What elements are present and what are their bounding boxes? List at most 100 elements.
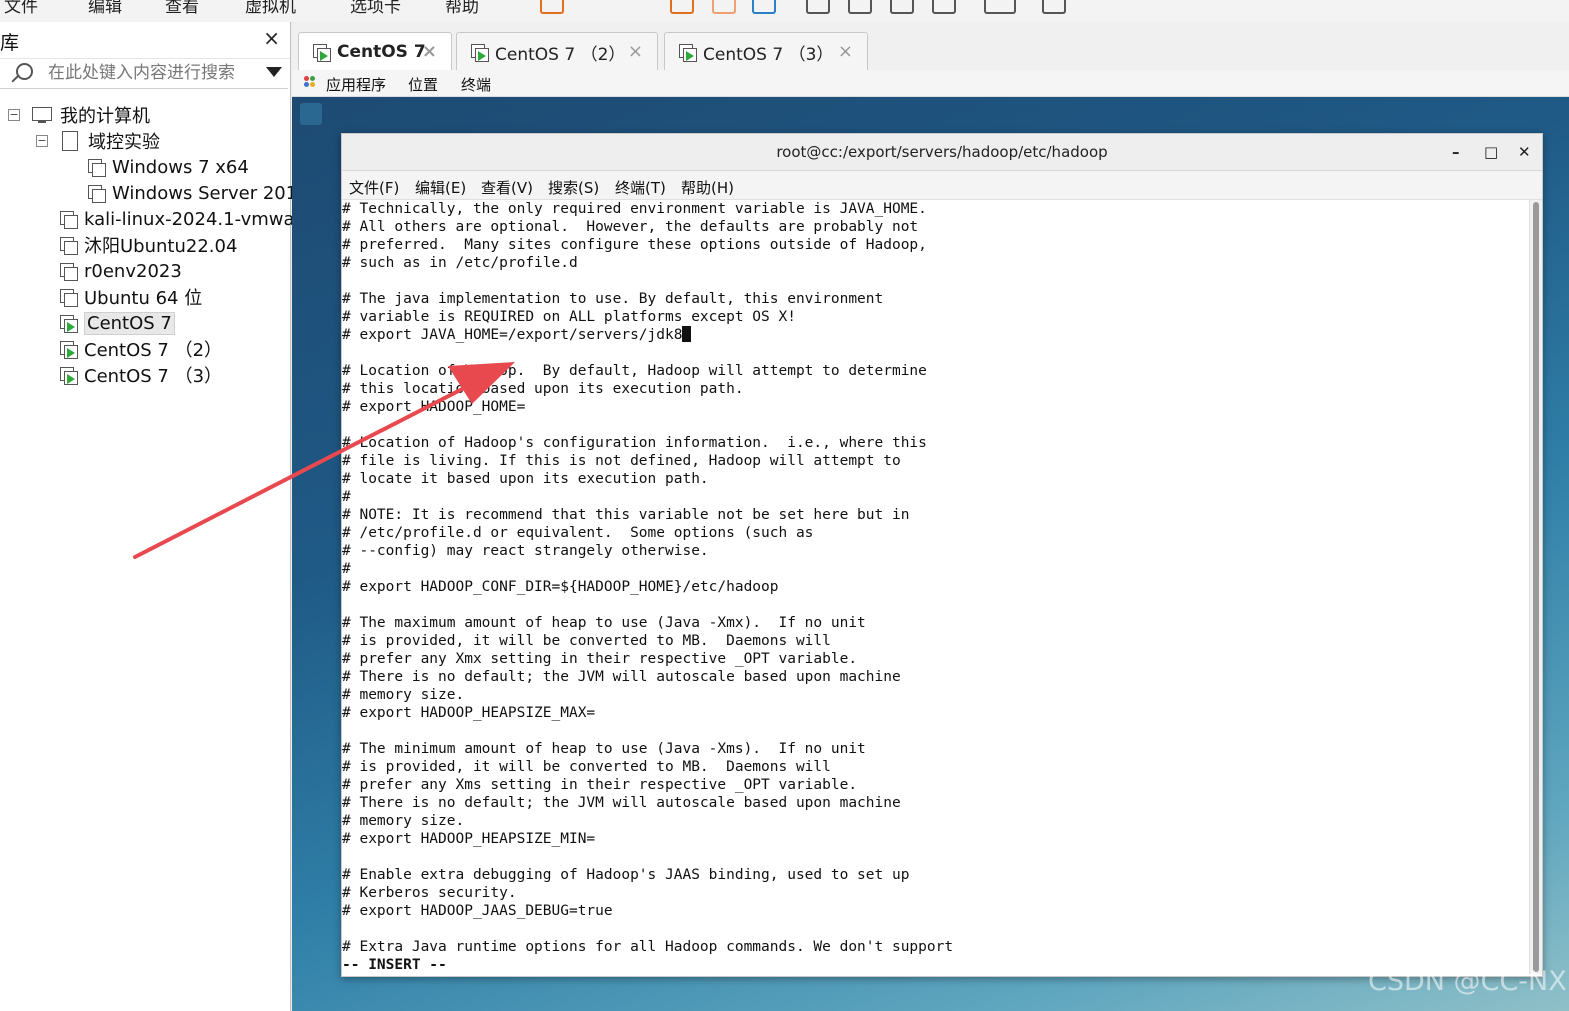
- library-search-input[interactable]: [46, 60, 260, 86]
- revert-icon[interactable]: [712, 0, 736, 14]
- terminal-content: # Technically, the only required environ…: [342, 200, 1530, 956]
- library-search: [0, 58, 288, 89]
- terminal-menu-help[interactable]: 帮助(H): [681, 177, 734, 198]
- tree-label: kali-linux-2024.1-vmwa: [84, 208, 295, 230]
- running-vm-icon: [679, 44, 697, 62]
- host-menu-bar: 文件 编辑 查看 虚拟机 选项卡 帮助: [0, 0, 1569, 23]
- folder-icon: [62, 131, 78, 151]
- desktop-tile: [300, 103, 322, 125]
- terminal-menu-file[interactable]: 文件(F): [349, 177, 399, 198]
- tree-label: 域控实验: [88, 132, 160, 153]
- terminal-title: root@cc:/export/servers/hadoop/etc/hadoo…: [776, 143, 1108, 161]
- vm-icon: [88, 185, 106, 203]
- menu-tabs[interactable]: 选项卡: [350, 0, 401, 17]
- tree-item-vm[interactable]: Windows Server 201: [88, 180, 297, 206]
- manage-snapshot-icon[interactable]: [752, 0, 776, 14]
- library-close-icon[interactable]: ×: [263, 26, 280, 50]
- tree-item-vm[interactable]: r0env2023: [60, 258, 182, 284]
- menu-view[interactable]: 查看: [165, 0, 199, 17]
- tree-item-vm[interactable]: Ubuntu 64 位: [60, 284, 202, 310]
- thumbnail-view-icon[interactable]: [848, 0, 872, 14]
- fit-guest-icon[interactable]: [932, 0, 956, 14]
- terminal-menu-edit[interactable]: 编辑(E): [415, 177, 466, 198]
- tree-item-vm-running[interactable]: CentOS 7 （3）: [60, 362, 222, 388]
- tab-centos-7-3[interactable]: CentOS 7 （3） ×: [664, 32, 868, 71]
- guest-top-panel: 应用程序 位置 终端: [292, 70, 1569, 97]
- vim-mode-status: -- INSERT --: [342, 957, 447, 973]
- guest-menu-places[interactable]: 位置: [408, 74, 438, 95]
- fullscreen-icon[interactable]: [984, 0, 1016, 14]
- applications-icon: [304, 76, 316, 88]
- snapshot-icon[interactable]: [670, 0, 694, 14]
- terminal-text-area[interactable]: # Technically, the only required environ…: [342, 200, 1530, 974]
- file-text-after-cursor: # Location of Hadoop. By default, Hadoop…: [342, 363, 954, 955]
- library-title: 库: [0, 32, 20, 54]
- minimize-icon[interactable]: –: [1452, 134, 1460, 170]
- tree-item-vm[interactable]: kali-linux-2024.1-vmwa: [60, 206, 295, 232]
- library-header: 库 ×: [0, 22, 290, 59]
- tree-item-my-computer[interactable]: − 我的计算机: [8, 102, 150, 128]
- tree-label: Ubuntu 64 位: [84, 288, 203, 309]
- dropdown-icon[interactable]: [622, 0, 642, 12]
- running-vm-icon: [60, 341, 78, 359]
- collapse-icon[interactable]: −: [36, 135, 48, 147]
- console-view-icon[interactable]: [890, 0, 914, 14]
- menu-edit[interactable]: 编辑: [88, 0, 122, 17]
- computer-icon: [32, 107, 52, 123]
- vm-tab-bar: CentOS 7 × CentOS 7 （2） × CentOS 7 （3） ×: [292, 22, 1569, 71]
- menu-file[interactable]: 文件: [4, 0, 38, 17]
- running-vm-icon: [60, 315, 78, 333]
- text-cursor: [682, 326, 692, 342]
- tree-item-folder[interactable]: − 域控实验: [36, 128, 160, 154]
- tab-centos-7[interactable]: CentOS 7 ×: [298, 32, 452, 71]
- guest-menu-terminal[interactable]: 终端: [461, 74, 491, 95]
- maximize-icon[interactable]: □: [1484, 134, 1498, 170]
- running-vm-icon: [313, 44, 331, 62]
- terminal-window: root@cc:/export/servers/hadoop/etc/hadoo…: [341, 133, 1543, 977]
- close-icon[interactable]: ✕: [1518, 134, 1531, 170]
- vm-icon: [60, 289, 78, 307]
- tab-close-icon[interactable]: ×: [628, 41, 643, 62]
- tree-label: Windows Server 201: [112, 182, 298, 204]
- tree-label: CentOS 7 （2）: [84, 340, 223, 361]
- scrollbar-thumb[interactable]: [1533, 202, 1539, 972]
- menu-vm[interactable]: 虚拟机: [245, 0, 296, 17]
- running-vm-icon: [471, 44, 489, 62]
- tab-label: CentOS 7 （3）: [703, 44, 834, 65]
- library-panel: 库 × − 我的计算机 − 域控实验 Windows 7 x64 Windows…: [0, 22, 297, 1011]
- tree-label: CentOS 7 （3）: [84, 366, 223, 387]
- search-dropdown-icon[interactable]: [266, 67, 282, 77]
- unity-icon[interactable]: [1042, 0, 1066, 14]
- tree-item-vm[interactable]: 沐阳Ubuntu22.04: [60, 232, 237, 258]
- tree-label: 我的计算机: [60, 106, 150, 127]
- file-text-before-cursor: # Technically, the only required environ…: [342, 201, 927, 343]
- vm-icon: [60, 237, 78, 255]
- running-vm-icon: [60, 367, 78, 385]
- terminal-menu-search[interactable]: 搜索(S): [548, 177, 599, 198]
- vm-icon: [88, 159, 106, 177]
- tab-centos-7-2[interactable]: CentOS 7 （2） ×: [456, 32, 658, 71]
- tab-close-icon[interactable]: ×: [838, 41, 853, 62]
- pause-icon[interactable]: [540, 0, 564, 14]
- collapse-icon[interactable]: −: [8, 109, 20, 121]
- tree-item-vm-running[interactable]: CentOS 7 （2）: [60, 336, 222, 362]
- library-view-icon[interactable]: [806, 0, 830, 14]
- search-icon: [16, 63, 33, 80]
- tree-label: r0env2023: [84, 260, 182, 282]
- terminal-menu-terminal[interactable]: 终端(T): [615, 177, 666, 198]
- terminal-menu-view[interactable]: 查看(V): [481, 177, 533, 198]
- vm-icon: [60, 263, 78, 281]
- terminal-scrollbar[interactable]: [1529, 200, 1542, 974]
- guest-menu-applications[interactable]: 应用程序: [326, 74, 386, 95]
- tree-label: Windows 7 x64: [112, 156, 249, 178]
- tree-label: 沐阳Ubuntu22.04: [84, 236, 238, 257]
- tree-item-vm[interactable]: Windows 7 x64: [88, 154, 249, 180]
- terminal-menubar: 文件(F) 编辑(E) 查看(V) 搜索(S) 终端(T) 帮助(H): [342, 171, 1542, 200]
- tab-close-icon[interactable]: ×: [422, 41, 437, 62]
- tree-item-vm-running-selected[interactable]: CentOS 7: [60, 310, 175, 336]
- watermark: CSDN @CC-NX: [1368, 966, 1567, 997]
- tree-label: CentOS 7: [84, 311, 175, 335]
- menu-help[interactable]: 帮助: [445, 0, 479, 17]
- tab-label: CentOS 7 （2）: [495, 44, 626, 65]
- terminal-titlebar: root@cc:/export/servers/hadoop/etc/hadoo…: [342, 134, 1542, 171]
